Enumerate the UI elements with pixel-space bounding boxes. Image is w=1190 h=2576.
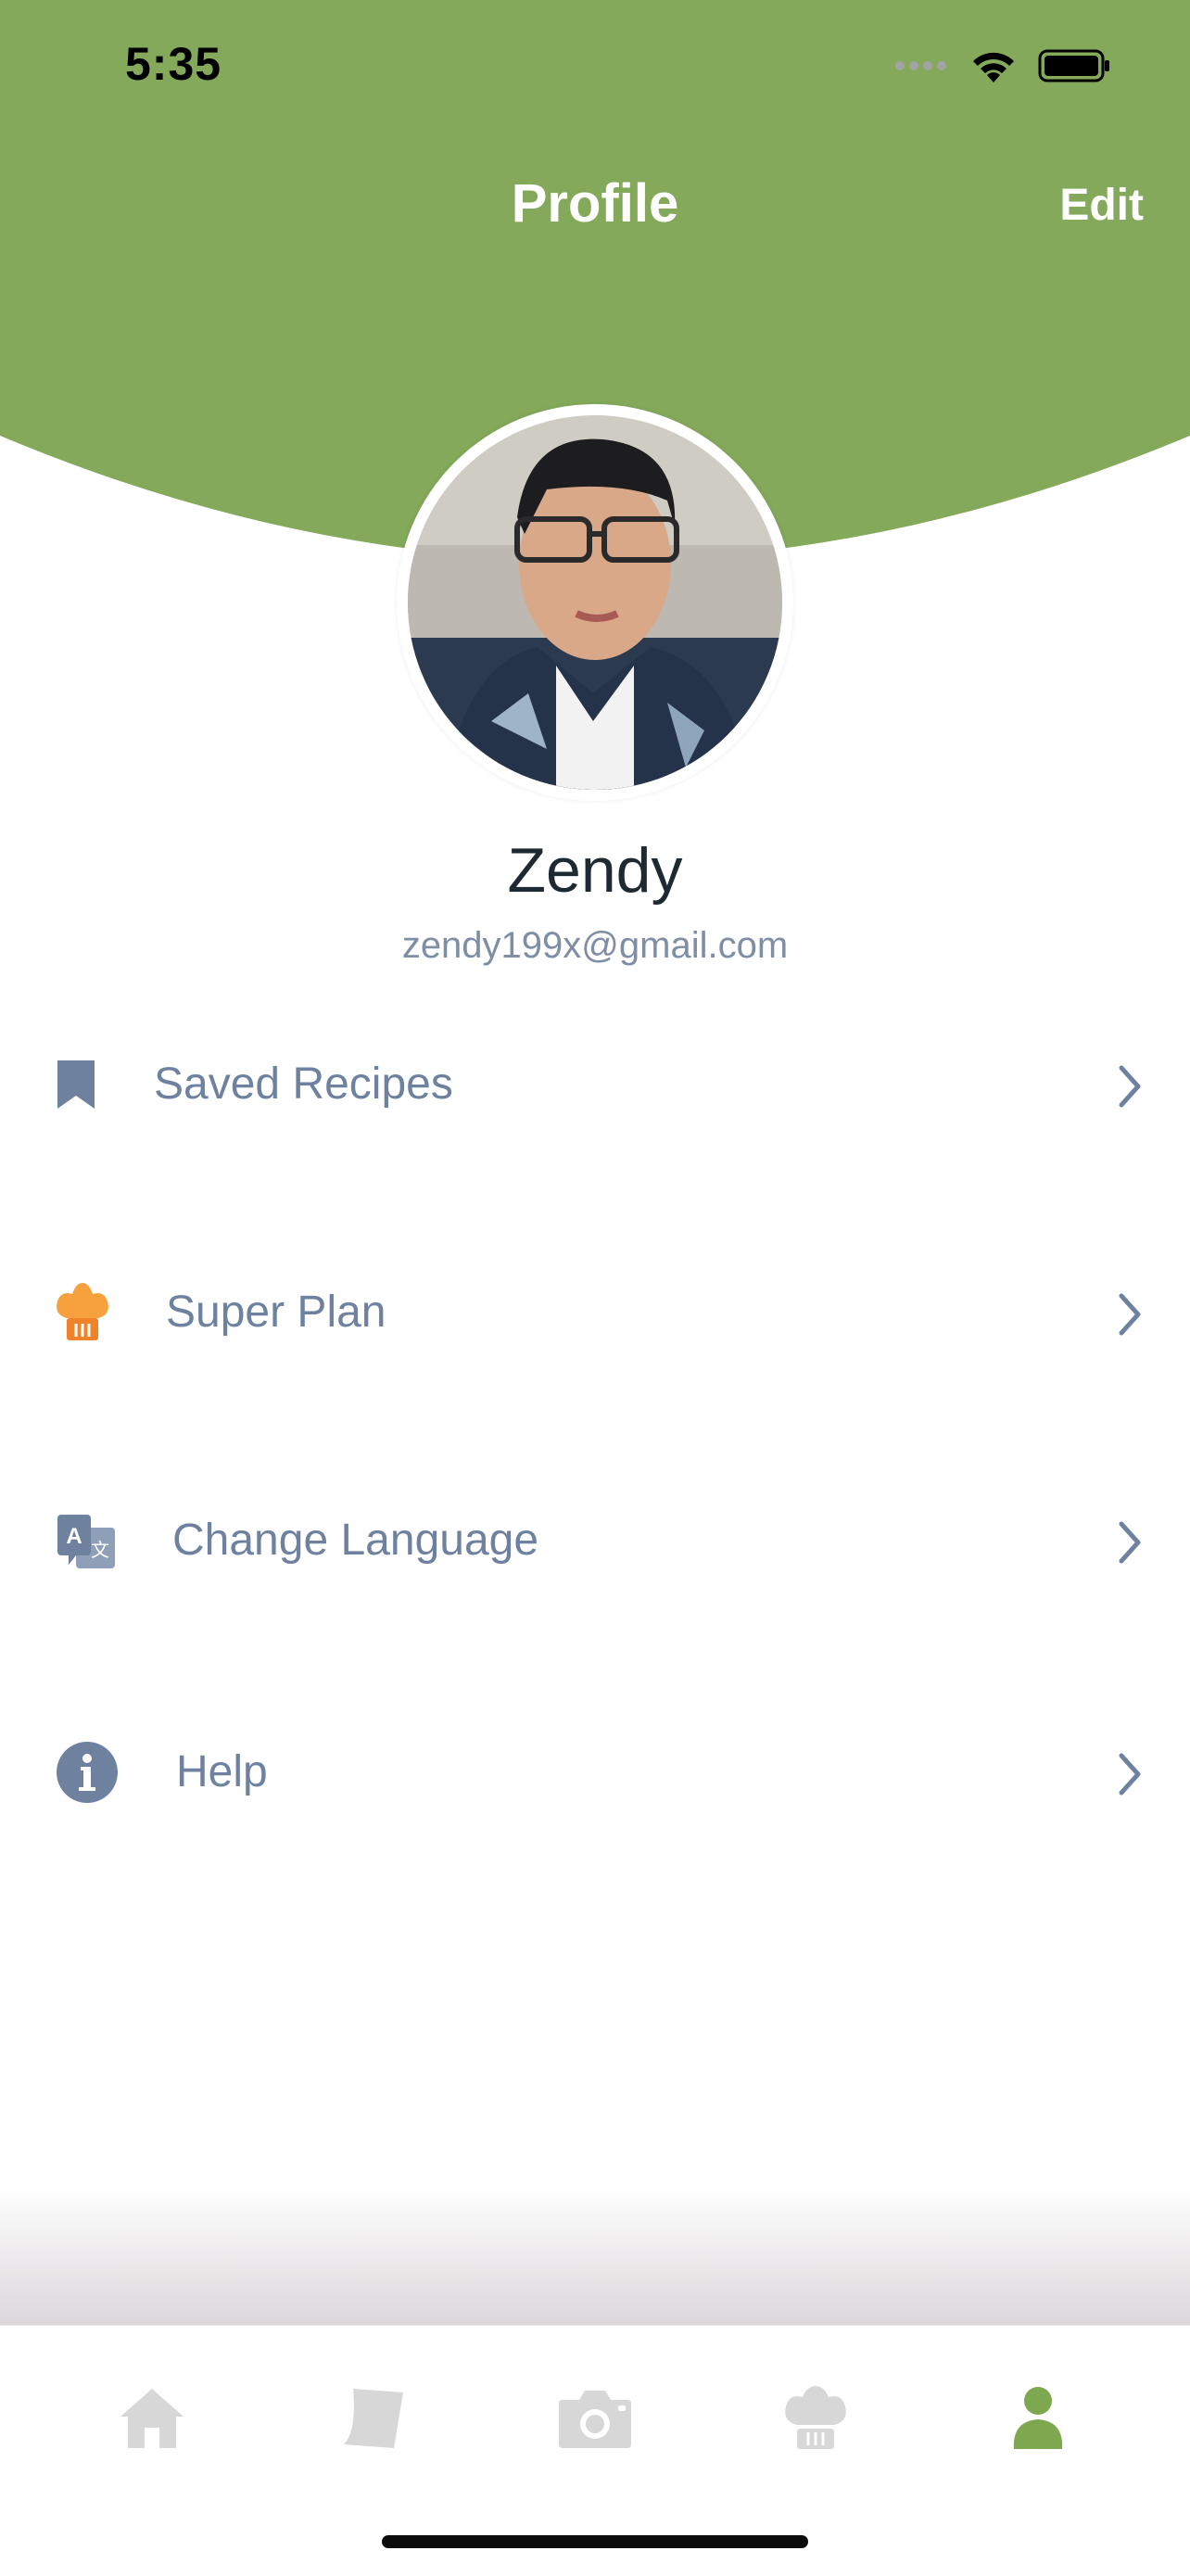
tab-chef[interactable]: [760, 2372, 871, 2465]
tabbar-shadow: [0, 2188, 1190, 2325]
menu-item-change-language[interactable]: A 文 Change Language: [0, 1448, 1190, 1633]
translate-icon: A 文: [57, 1515, 115, 1568]
status-time: 5:35: [125, 38, 222, 90]
edit-button[interactable]: Edit: [1059, 180, 1144, 231]
menu-item-help[interactable]: Help: [0, 1680, 1190, 1865]
signal-icon: [895, 61, 946, 70]
chevron-right-icon: [1119, 1753, 1141, 1796]
wifi-icon: [973, 52, 1014, 82]
svg-text:A: A: [66, 1524, 82, 1549]
chef-hat-icon: [57, 1283, 108, 1340]
menu-item-super-plan[interactable]: Super Plan: [0, 1220, 1190, 1405]
menu-item-label: Help: [176, 1747, 268, 1796]
home-indicator: [382, 2535, 808, 2548]
tab-camera[interactable]: [539, 2372, 651, 2465]
status-icons: [895, 41, 1112, 91]
tab-home[interactable]: [96, 2372, 208, 2465]
info-icon: [57, 1742, 118, 1803]
menu-item-saved-recipes[interactable]: Saved Recipes: [0, 992, 1190, 1177]
recipe-card-icon: [344, 2389, 403, 2448]
menu-item-label: Change Language: [172, 1516, 539, 1565]
user-icon: [1013, 2387, 1063, 2449]
chevron-right-icon: [1119, 1293, 1141, 1336]
camera-icon: [559, 2391, 631, 2448]
tab-profile[interactable]: [982, 2372, 1094, 2465]
page-title: Profile: [511, 173, 679, 234]
avatar-photo: [408, 415, 782, 790]
user-name: Zendy: [507, 835, 683, 906]
battery-icon: [1038, 49, 1109, 82]
svg-text:文: 文: [91, 1539, 109, 1561]
bookmark-icon: [57, 1060, 95, 1109]
home-icon: [120, 2389, 184, 2448]
chevron-right-icon: [1119, 1521, 1141, 1564]
avatar-frame: [397, 404, 793, 801]
avatar[interactable]: [408, 415, 782, 790]
user-email: zendy199x@gmail.com: [401, 925, 789, 966]
menu-item-label: Saved Recipes: [154, 1060, 453, 1109]
chevron-right-icon: [1119, 1065, 1141, 1108]
menu-item-label: Super Plan: [166, 1288, 386, 1337]
chef-hat-icon: [785, 2386, 846, 2449]
tab-recipes[interactable]: [317, 2372, 428, 2465]
